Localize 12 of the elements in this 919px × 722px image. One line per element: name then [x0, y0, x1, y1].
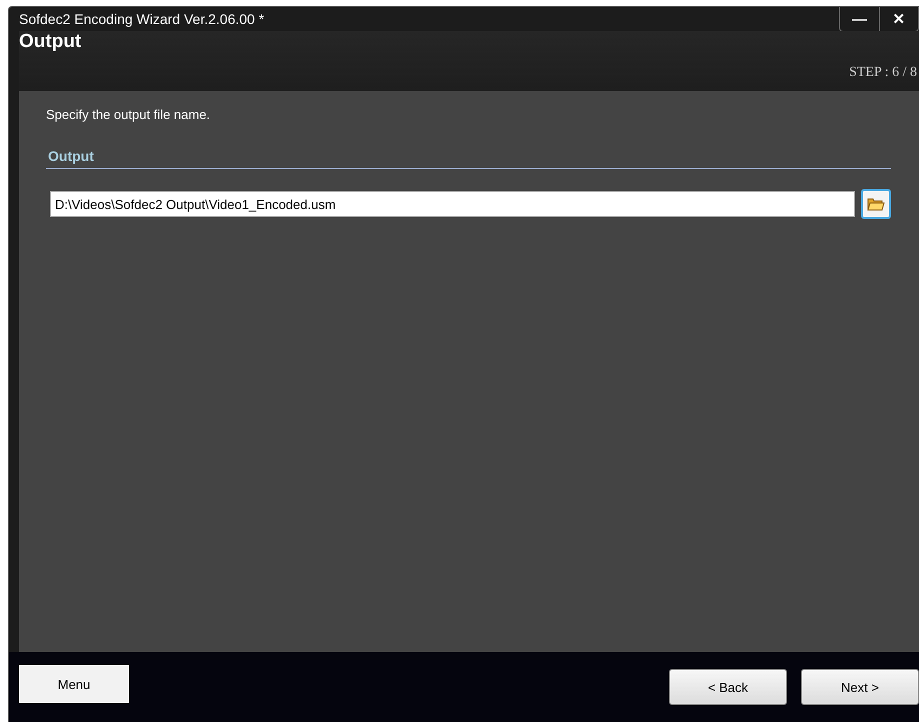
browse-button[interactable] [861, 189, 891, 219]
menu-button[interactable]: Menu [19, 665, 129, 703]
instruction-text: Specify the output file name. [46, 107, 212, 122]
section-heading: Output [48, 148, 94, 164]
step-counter: STEP : 6 / 8 [849, 65, 917, 81]
window-title: Sofdec2 Encoding Wizard Ver.2.06.00 * [19, 11, 264, 27]
output-path-field[interactable]: D:\Videos\Sofdec2 Output\Video1_Encoded.usm [50, 191, 855, 217]
back-button[interactable]: < Back [669, 669, 787, 705]
folder-icon [867, 196, 885, 212]
page-title: Output [19, 31, 82, 53]
minimize-button[interactable]: — [840, 7, 879, 31]
next-button[interactable]: Next > [801, 669, 919, 705]
